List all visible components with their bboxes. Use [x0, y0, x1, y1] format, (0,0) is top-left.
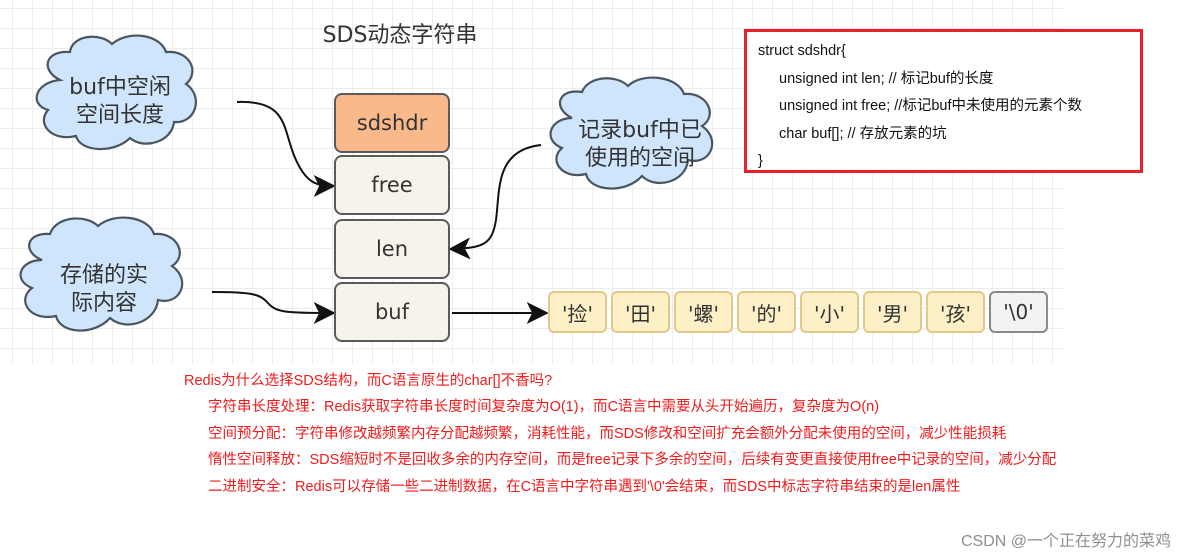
arrow-len-note-to-len [448, 144, 542, 260]
arrow-buf-note-to-buf [211, 291, 336, 324]
buffer-terminator-cell: '\0' [989, 291, 1048, 333]
cloud-free-note: buf中空闲 空间长度 [69, 75, 171, 128]
watermark: CSDN @一个正在努力的菜鸡 [960, 533, 1171, 550]
buffer-char-cell: '男' [863, 291, 922, 333]
code-line: char buf[]; // 存放元素的坑 [779, 125, 947, 142]
notes-question: Redis为什么选择SDS结构，而C语言原生的char[]不香吗? [184, 373, 553, 389]
arrow-free-note-to-free [236, 100, 336, 197]
buffer-char-cell: '小' [800, 291, 859, 333]
notes-section: Redis为什么选择SDS结构，而C语言原生的char[]不香吗? 字符串长度处… [184, 368, 1056, 500]
buffer-char-cell: '孩' [926, 291, 985, 333]
note-item: 字符串长度处理：Redis获取字符串长度时间复杂度为O(1)，而C语言中需要从头… [208, 399, 880, 415]
code-line: } [758, 153, 763, 169]
cloud-len-note: 记录buf中已 使用的空间 [578, 118, 702, 171]
cloud-buf-note: 存储的实 际内容 [59, 263, 148, 316]
code-line: unsigned int len; // 标记buf的长度 [779, 70, 994, 87]
note-item: 惰性空间释放：SDS缩短时不是回收多余的内存空间，而是free记录下多余的空间，… [208, 452, 1057, 468]
struct-header-sdshdr: sdshdr [334, 93, 450, 153]
buffer-char-cell: '螺' [674, 291, 733, 333]
buffer-char-cell: '田' [611, 291, 670, 333]
struct-field-len: len [334, 219, 450, 279]
struct-code-box: struct sdshdr{ unsigned int len; // 标记bu… [744, 29, 1143, 173]
buffer-char-cell: '捡' [548, 291, 607, 333]
struct-field-buf: buf [334, 282, 450, 342]
code-line: unsigned int free; //标记buf中未使用的元素个数 [779, 98, 1082, 114]
struct-field-free: free [334, 155, 450, 215]
note-item: 空间预分配：字符串修改越频繁内存分配越频繁，消耗性能，而SDS修改和空间扩充会额… [208, 425, 1007, 442]
note-item: 二进制安全：Redis可以存储一些二进制数据，在C语言中字符串遇到'\0'会结束… [208, 478, 961, 495]
buffer-char-cell: '的' [737, 291, 796, 333]
code-line: struct sdshdr{ [758, 43, 846, 59]
